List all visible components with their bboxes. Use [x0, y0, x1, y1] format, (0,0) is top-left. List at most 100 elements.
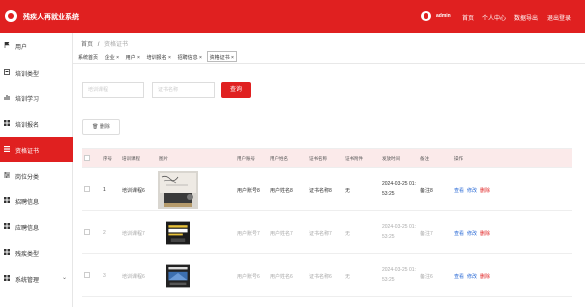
- cell-account: 用户账号6: [237, 274, 260, 280]
- edit-link[interactable]: 修改: [467, 274, 477, 280]
- col-actions: 操作: [454, 156, 463, 161]
- view-link[interactable]: 查看: [454, 188, 464, 194]
- username[interactable]: admin: [436, 13, 451, 19]
- col-attachment: 证书附件: [345, 156, 363, 161]
- course-search-input[interactable]: [82, 82, 144, 98]
- delete-button-label: 删除: [99, 124, 110, 130]
- nav-export[interactable]: 数据导出: [514, 13, 538, 22]
- top-header: 残疾人再就业系统 admin 首页 个人中心 数据导出 退出登录: [0, 0, 585, 33]
- sidebar-item-training-signup[interactable]: 培训报名: [0, 111, 73, 136]
- sidebar-item-label: 资格证书: [15, 149, 40, 155]
- sidebar-item-application-info[interactable]: 应聘信息: [0, 214, 73, 239]
- sidebar-item-disability-type[interactable]: 残疾类型: [0, 240, 73, 265]
- col-index: 序号: [103, 156, 112, 161]
- tab-divider: [73, 63, 585, 64]
- cell-account: 用户账号7: [237, 231, 260, 237]
- row-checkbox[interactable]: [84, 229, 90, 235]
- sidebar-item-label: 招聘信息: [15, 200, 40, 206]
- certificate-image[interactable]: [166, 214, 190, 252]
- certificate-image[interactable]: [158, 171, 198, 209]
- row-actions: 查看 修改 删除: [454, 230, 493, 237]
- tab-recruit-info[interactable]: 招聘信息 ×: [176, 52, 204, 63]
- cell-cert-name: 证书名称8: [309, 188, 332, 194]
- breadcrumb-home[interactable]: 首页: [81, 42, 93, 48]
- view-link[interactable]: 查看: [454, 274, 464, 280]
- search-button[interactable]: 查询: [221, 82, 251, 98]
- cell-course: 培训课程6: [122, 188, 145, 194]
- sliders-icon: [4, 172, 10, 178]
- col-account: 用户账号: [237, 156, 255, 161]
- tab-system-home[interactable]: 系统首页: [76, 52, 100, 63]
- cell-name: 用户姓名7: [270, 231, 293, 237]
- sidebar-item-certificate[interactable]: 资格证书: [0, 137, 73, 162]
- sidebar-item-training-type[interactable]: 培训类型: [0, 60, 73, 85]
- breadcrumb-separator: /: [97, 42, 100, 48]
- edit-link[interactable]: 修改: [467, 231, 477, 237]
- sidebar: 用户 培训类型 培训学习 培训报名 资格证书 岗位分类 招聘信息 应聘信息 残疾…: [0, 33, 73, 307]
- sidebar-item-training-study[interactable]: 培训学习: [0, 85, 73, 110]
- breadcrumb: 首页 / 资格证书: [81, 39, 128, 48]
- sidebar-item-recruit-info[interactable]: 招聘信息: [0, 188, 73, 213]
- cell-index: 1: [103, 187, 106, 193]
- row-actions: 查看 修改 删除: [454, 187, 493, 194]
- cell-time: 2024-03-25 01:: [382, 224, 416, 230]
- sidebar-item-system-management[interactable]: 系统管理 ⌄: [0, 266, 73, 291]
- tab-training-signup[interactable]: 培训报名 ×: [145, 52, 173, 63]
- row-checkbox[interactable]: [84, 186, 90, 192]
- cell-attachment: 无: [345, 274, 351, 280]
- certificate-search-input[interactable]: [152, 82, 215, 98]
- list-icon: [4, 146, 10, 152]
- edit-link[interactable]: 修改: [467, 188, 477, 194]
- delete-link[interactable]: 删除: [480, 231, 490, 237]
- cell-course: 培训课程7: [122, 231, 145, 237]
- grid-icon: [4, 197, 10, 203]
- col-cert-name: 证书名称: [309, 156, 327, 161]
- logo-icon: [5, 10, 17, 22]
- sidebar-item-label: 培训学习: [15, 97, 40, 103]
- chevron-down-icon: ⌄: [62, 275, 68, 281]
- delete-link[interactable]: 删除: [480, 188, 490, 194]
- breadcrumb-current: 资格证书: [104, 42, 129, 48]
- grid-icon: [4, 275, 10, 281]
- table-header: 序号 培训课程 图片 用户账号 用户姓名 证书名称 证书附件 发放时间 备注 操…: [82, 148, 572, 168]
- grid-icon: [4, 120, 10, 126]
- view-link[interactable]: 查看: [454, 231, 464, 237]
- sidebar-item-label: 培训报名: [15, 123, 40, 129]
- sidebar-item-label: 系统管理: [15, 278, 40, 284]
- cell-time: 2024-03-25 01:: [382, 181, 416, 187]
- cell-attachment: 无: [345, 231, 351, 237]
- cell-time: 2024-03-25 01:: [382, 267, 416, 273]
- tab-company[interactable]: 企业 ×: [103, 52, 121, 63]
- trash-icon: 🗑: [92, 124, 99, 130]
- cell-cert-name: 证书名称7: [309, 231, 332, 237]
- tab-certificate[interactable]: 资格证书 ×: [206, 51, 237, 62]
- nav-home[interactable]: 首页: [462, 13, 474, 22]
- sidebar-item-user[interactable]: 用户: [0, 33, 73, 58]
- delete-button[interactable]: 🗑 删除: [82, 119, 120, 135]
- col-image: 图片: [159, 156, 168, 161]
- col-issue-time: 发放时间: [382, 156, 400, 161]
- cell-note: 备注6: [420, 274, 433, 280]
- cell-cert-name: 证书名称6: [309, 274, 332, 280]
- table-row: 2 培训课程7 用户账号7 用户姓名7 证书名称7 无 2024-03-25 0…: [82, 212, 572, 254]
- sidebar-item-label: 用户: [15, 45, 28, 51]
- cell-time-cont: 53:25: [382, 234, 395, 240]
- cell-name: 用户姓名8: [270, 188, 293, 194]
- table-row: 3 培训课程6 用户账号6 用户姓名6 证书名称6 无 2024-03-25 0…: [82, 255, 572, 297]
- select-all-checkbox[interactable]: [84, 155, 90, 161]
- table-row: 1 培训课程6 用户账号8 用户姓名8 证书名称8 无 2024-03-25 0…: [82, 169, 572, 211]
- nav-logout[interactable]: 退出登录: [547, 13, 571, 22]
- nav-profile[interactable]: 个人中心: [482, 13, 506, 22]
- col-note: 备注: [420, 156, 429, 161]
- col-course: 培训课程: [122, 156, 140, 161]
- sidebar-item-job-category[interactable]: 岗位分类: [0, 163, 73, 188]
- tab-user[interactable]: 用户 ×: [124, 52, 142, 63]
- delete-link[interactable]: 删除: [480, 274, 490, 280]
- cell-attachment: 无: [345, 188, 351, 194]
- sidebar-item-label: 应聘信息: [15, 226, 40, 232]
- avatar-icon[interactable]: [421, 11, 431, 21]
- box-icon: [4, 69, 10, 75]
- certificate-image[interactable]: [166, 257, 190, 295]
- cell-course: 培训课程6: [122, 274, 145, 280]
- row-checkbox[interactable]: [84, 272, 90, 278]
